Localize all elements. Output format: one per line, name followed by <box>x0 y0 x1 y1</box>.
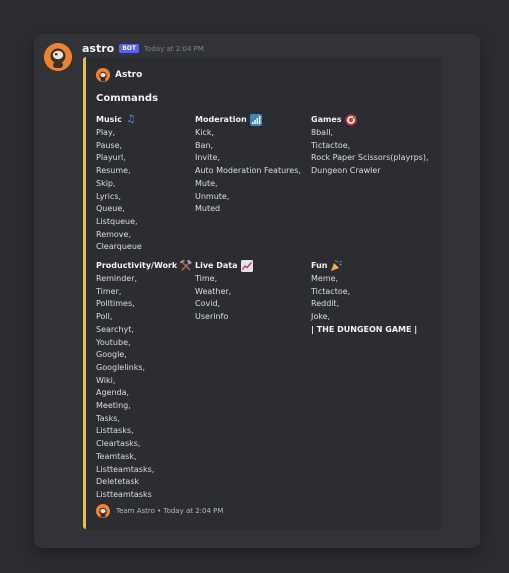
target-icon <box>345 114 357 126</box>
command-dungeon-game: | THE DUNGEON GAME | <box>311 324 418 334</box>
field-fun-lines: Meme, Tictactoe, Reddit, Joke, | THE DUN… <box>311 273 417 337</box>
field-moderation-name: Moderation <box>195 115 247 124</box>
command-remove: Remove, <box>96 229 132 239</box>
field-games-name: Games <box>311 115 342 124</box>
commands-embed: Astro Commands Music ♫ Play, Pause, Play… <box>83 57 442 529</box>
embed-footer: Team Astro • Today at 2:04 PM <box>96 504 223 518</box>
command-listteamtasks: Listteamtasks, <box>96 464 155 474</box>
command-meeting: Meeting, <box>96 401 131 411</box>
command-timer: Timer, <box>96 286 122 296</box>
command-lyrics: Lyrics, <box>96 191 122 201</box>
command-muted: Muted <box>195 204 221 214</box>
command-time: Time, <box>195 274 218 283</box>
command-queue: Queue, <box>96 204 125 214</box>
embed-footer-text: Team Astro • Today at 2:04 PM <box>116 507 224 515</box>
field-fun-name: Fun <box>311 261 328 270</box>
musical-note-icon: ♫ <box>126 113 136 125</box>
command-reminder: Reminder, <box>96 274 138 283</box>
command-covid: Covid, <box>195 299 221 309</box>
command-polltimes: Polltimes, <box>96 299 135 309</box>
field-productivity: Productivity/Work Reminder, Timer, Pollt… <box>96 259 193 502</box>
astronaut-icon <box>96 505 110 518</box>
command-google: Google, <box>96 350 127 360</box>
command-automod: Auto Moderation Features, <box>195 166 301 176</box>
command-meme: Meme, <box>311 274 339 283</box>
message-timestamp: Today at 2:04 PM <box>144 44 204 53</box>
command-poll: Poll, <box>96 312 113 322</box>
field-productivity-title: Productivity/Work <box>96 259 193 272</box>
command-agenda: Agenda, <box>96 388 130 398</box>
bot-username[interactable]: astro <box>82 42 114 55</box>
footer-avatar <box>96 504 110 518</box>
command-listqueue: Listqueue, <box>96 216 138 226</box>
command-skip: Skip, <box>96 178 116 188</box>
field-games-title: Games <box>311 113 429 126</box>
field-productivity-lines: Reminder, Timer, Polltimes, Poll, Search… <box>96 273 192 502</box>
field-games-lines: 8ball, Tictactoe, Rock Paper Scissors(pl… <box>311 127 429 178</box>
command-clearqueue: Clearqueue <box>96 242 142 252</box>
command-weather: Weather, <box>195 286 232 296</box>
command-ban: Ban, <box>195 140 214 150</box>
party-popper-icon <box>330 259 343 272</box>
command-joke: Joke, <box>311 312 331 322</box>
command-rps: Rock Paper Scissors(playrps), <box>311 153 429 163</box>
command-wiki: Wiki, <box>96 375 116 385</box>
screenshot-canvas: astro BOT Today at 2:04 PM Astro Command… <box>0 0 509 573</box>
command-tictactoe-fun: Tictactoe, <box>311 286 351 296</box>
command-googlelinks: Googlelinks, <box>96 362 146 372</box>
message-header: astro BOT Today at 2:04 PM <box>82 42 204 55</box>
field-music: Music ♫ Play, Pause, Playurl, Resume, Sk… <box>96 113 142 254</box>
command-8ball: 8ball, <box>311 128 334 137</box>
command-teamtask: Teamtask, <box>96 451 137 461</box>
chart-increasing-icon <box>240 259 253 272</box>
bot-avatar[interactable] <box>44 43 72 71</box>
command-resume: Resume, <box>96 166 131 176</box>
command-searchyt: Searchyt, <box>96 324 134 334</box>
field-moderation-title: Moderation <box>195 113 301 126</box>
field-fun-title: Fun <box>311 259 417 272</box>
command-unmute: Unmute, <box>195 191 230 201</box>
command-tasks: Tasks, <box>96 413 120 423</box>
field-fun: Fun Meme, Tictactoe, Reddit, Joke, | THE <box>311 259 417 337</box>
command-playurl: Playurl, <box>96 153 126 163</box>
field-moderation-lines: Kick, Ban, Invite, Auto Moderation Featu… <box>195 127 301 216</box>
command-cleartasks: Cleartasks, <box>96 439 141 449</box>
command-tictactoe: Tictactoe, <box>311 140 351 150</box>
field-games: Games 8ball, Tictactoe, Rock Paper Sciss… <box>311 113 429 178</box>
field-live-data-name: Live Data <box>195 261 238 270</box>
command-play: Play, <box>96 128 116 137</box>
astronaut-icon <box>44 43 72 71</box>
command-invite: Invite, <box>195 153 220 163</box>
field-moderation: Moderation Kick, Ban, Invite, Auto Moder… <box>195 113 301 216</box>
command-userinfo: Userinfo <box>195 312 229 322</box>
command-listtasks: Listtasks, <box>96 426 134 436</box>
bot-badge: BOT <box>119 44 139 53</box>
command-mute: Mute, <box>195 178 218 188</box>
embed-author-name: Astro <box>115 70 143 80</box>
command-youtube: Youtube, <box>96 337 131 347</box>
command-dungeon-crawler: Dungeon Crawler <box>311 166 381 176</box>
command-pause: Pause, <box>96 140 123 150</box>
hammer-pick-icon <box>180 259 193 272</box>
field-music-lines: Play, Pause, Playurl, Resume, Skip, Lyri… <box>96 127 142 254</box>
field-live-data-title: Live Data <box>195 259 253 272</box>
astronaut-icon <box>96 69 110 82</box>
command-listteamtasks-2: Listteamtasks <box>96 489 152 499</box>
embed-title: Commands <box>96 93 159 104</box>
author-avatar <box>96 68 110 82</box>
field-live-data: Live Data Time, Weather, Covid, Userinfo <box>195 259 253 324</box>
field-live-data-lines: Time, Weather, Covid, Userinfo <box>195 273 253 324</box>
field-music-title: Music ♫ <box>96 113 142 126</box>
field-productivity-name: Productivity/Work <box>96 261 178 270</box>
field-music-name: Music <box>96 115 122 124</box>
embed-author: Astro <box>96 68 142 82</box>
command-deletetask: Deletetask <box>96 477 140 487</box>
command-kick: Kick, <box>195 128 215 137</box>
command-reddit: Reddit, <box>311 299 340 309</box>
signal-bars-icon <box>249 113 262 126</box>
